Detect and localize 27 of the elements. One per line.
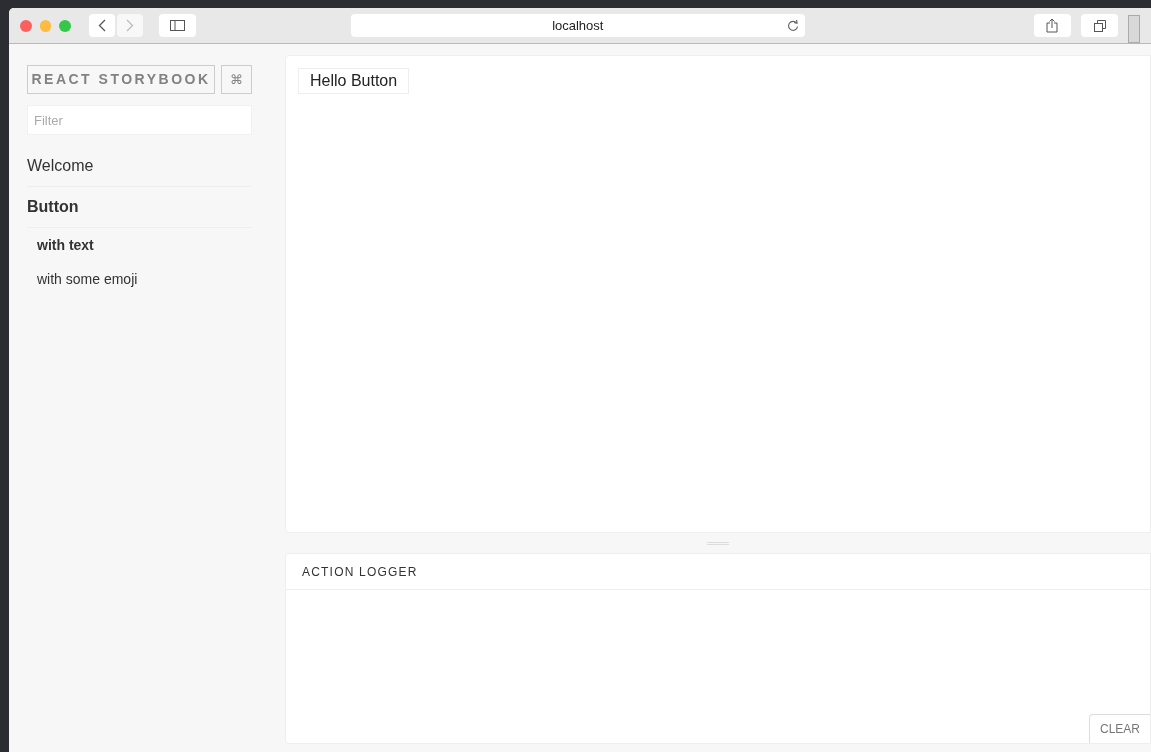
story-link[interactable]: with text [37, 234, 94, 256]
action-logger-title: ACTION LOGGER [302, 563, 418, 581]
story-link[interactable]: with some emoji [37, 268, 138, 290]
forward-button[interactable] [116, 14, 143, 37]
sidebar-toggle-button[interactable] [158, 14, 196, 37]
new-tab-button[interactable] [1128, 15, 1140, 43]
hello-button[interactable]: Hello Button [298, 68, 410, 94]
address-bar[interactable]: localhost [350, 14, 805, 37]
back-button[interactable] [88, 14, 115, 37]
address-text: localhost [552, 16, 604, 35]
component-link[interactable]: Button [27, 195, 79, 219]
overlapping-squares-icon [1093, 19, 1106, 32]
storybook-title-button[interactable]: REACT STORYBOOK [27, 65, 215, 94]
chevron-right-icon [125, 19, 134, 32]
maximize-window-icon[interactable] [59, 19, 71, 32]
clear-button[interactable]: CLEAR [1089, 714, 1150, 743]
minimize-window-icon[interactable] [39, 19, 52, 32]
share-icon [1046, 18, 1059, 33]
filter-field[interactable]: Filter [27, 105, 252, 135]
chevron-left-icon [97, 19, 106, 32]
close-window-icon[interactable] [20, 19, 32, 32]
shortcuts-button[interactable]: ⌘ [221, 65, 252, 94]
component-link[interactable]: Welcome [27, 154, 94, 178]
reload-icon[interactable] [786, 19, 799, 32]
tabs-button[interactable] [1081, 14, 1119, 37]
share-button[interactable] [1033, 14, 1071, 37]
sidebar-icon [169, 20, 185, 31]
